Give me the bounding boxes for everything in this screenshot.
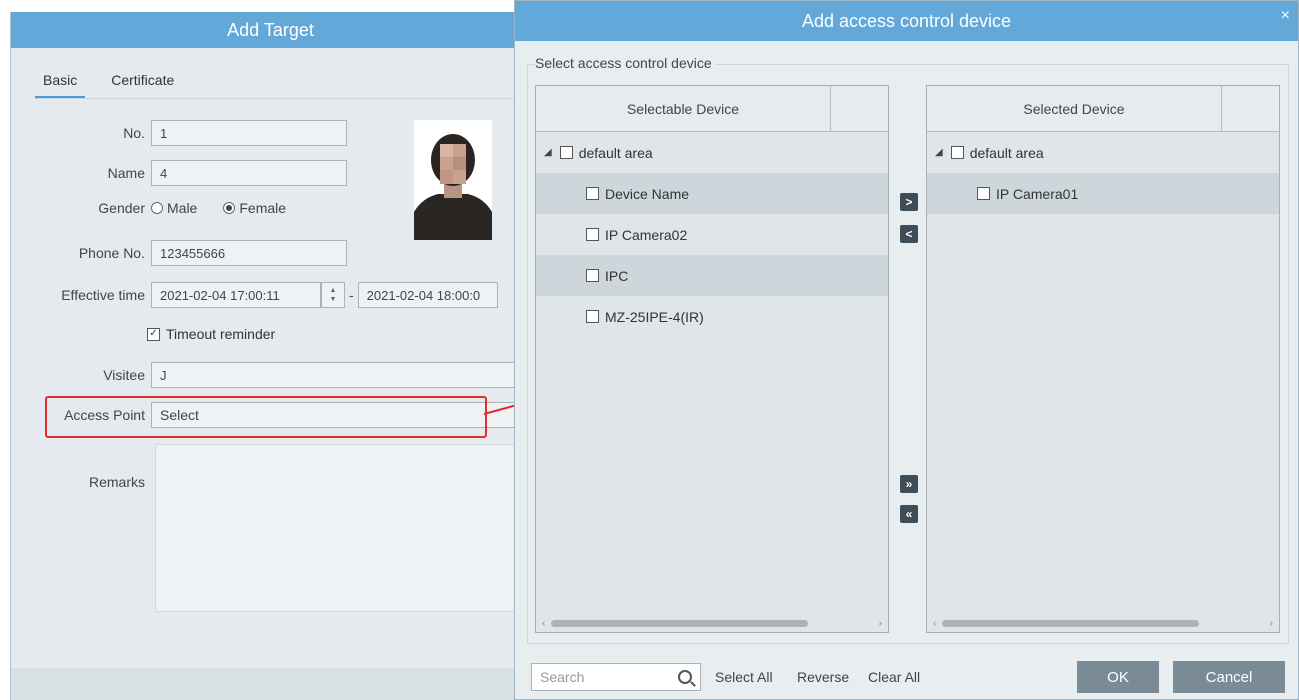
selectable-item-label: MZ-25IPE-4(IR)	[605, 308, 704, 325]
selectable-header: Selectable Device	[536, 86, 888, 132]
scroll-right-icon[interactable]: ›	[879, 618, 882, 629]
row-phone: Phone No. 123455666	[11, 240, 347, 266]
add-target-dialog: Add Target Basic Certificate No. 1 Name …	[10, 12, 535, 700]
selected-root-label: default area	[969, 144, 1044, 161]
selectable-item[interactable]: IP Camera02	[536, 214, 888, 255]
radio-off-icon	[151, 202, 163, 214]
scroll-left-icon[interactable]: ‹	[933, 618, 936, 629]
checkbox-icon[interactable]	[559, 146, 573, 159]
radio-on-icon	[223, 202, 236, 214]
access-point-highlight	[45, 396, 487, 438]
scroll-thumb[interactable]	[551, 619, 809, 627]
row-remarks: Remarks	[11, 474, 151, 490]
remarks-label: Remarks	[88, 474, 145, 490]
caret-down-icon[interactable]: ◢	[935, 147, 943, 158]
selectable-hscrollbar[interactable]: ‹ ›	[536, 614, 888, 632]
name-label: Name	[107, 165, 145, 181]
close-icon[interactable]: ×	[1281, 7, 1290, 25]
selectable-device-panel: Selectable Device ◢ default area Device …	[535, 85, 889, 633]
checkbox-icon[interactable]	[586, 187, 599, 200]
effective-separator: -	[349, 287, 354, 303]
move-left-button[interactable]: <	[900, 225, 918, 243]
checkbox-icon[interactable]	[586, 310, 599, 323]
row-timeout: ✓ Timeout reminder	[147, 326, 275, 342]
selectable-item[interactable]: MZ-25IPE-4(IR)	[536, 296, 888, 337]
tab-divider	[35, 98, 530, 99]
selectable-root-label: default area	[578, 144, 653, 161]
remarks-textarea[interactable]	[155, 444, 535, 612]
reverse-button[interactable]: Reverse	[797, 669, 849, 685]
selectable-item-label: Device Name	[605, 185, 690, 202]
selected-device-panel: Selected Device ◢ default area IP Camera…	[926, 85, 1280, 633]
selectable-header-extra	[831, 86, 888, 131]
no-label: No.	[123, 125, 145, 141]
gender-male-radio[interactable]: Male	[151, 200, 197, 216]
gender-female-radio[interactable]: Female	[223, 200, 286, 216]
checkbox-icon[interactable]	[977, 187, 990, 200]
selected-item[interactable]: IP Camera01	[927, 173, 1279, 214]
timeout-label: Timeout reminder	[166, 326, 276, 342]
move-all-right-button[interactable]: »	[900, 475, 918, 493]
timeout-checkbox-icon[interactable]: ✓	[147, 327, 160, 341]
selectable-item-label: IP Camera02	[605, 226, 688, 243]
target-footer	[11, 668, 530, 700]
name-input[interactable]: 4	[151, 160, 347, 186]
move-all-left-button[interactable]: «	[900, 505, 918, 523]
selectable-header-label: Selectable Device	[536, 86, 831, 131]
checkbox-icon[interactable]	[950, 146, 964, 159]
gender-female-label: Female	[239, 200, 287, 216]
checkbox-icon[interactable]	[586, 228, 599, 241]
search-input[interactable]: Search	[531, 663, 701, 691]
selectable-root-row[interactable]: ◢ default area	[536, 132, 888, 173]
visitee-input[interactable]: J	[151, 362, 515, 388]
add-access-control-device-dialog: Add access control device × Select acces…	[514, 0, 1299, 700]
row-name: Name 4	[11, 160, 347, 186]
selected-header: Selected Device	[927, 86, 1279, 132]
effective-end-input[interactable]: 2021-02-04 18:00:0	[357, 282, 498, 308]
effective-time-label: Effective time	[61, 287, 145, 303]
acd-title-bar: Add access control device ×	[515, 1, 1298, 41]
add-target-title: Add Target	[11, 12, 530, 48]
row-effective-time: Effective time 2021-02-04 17:00:11 ▲ ▼ - …	[11, 282, 498, 308]
acd-title: Add access control device	[801, 10, 1012, 31]
selected-root-row[interactable]: ◢ default area	[927, 132, 1279, 173]
target-tabs: Basic Certificate	[35, 72, 178, 98]
scroll-thumb[interactable]	[942, 619, 1200, 627]
selected-header-label: Selected Device	[927, 86, 1222, 131]
person-photo-icon	[414, 120, 492, 240]
caret-down-icon[interactable]: ◢	[544, 147, 552, 158]
phone-label: Phone No.	[78, 245, 145, 261]
select-all-button[interactable]: Select All	[715, 669, 773, 685]
no-input[interactable]: 1	[151, 120, 347, 146]
cancel-button[interactable]: Cancel	[1173, 661, 1285, 693]
device-group-label: Select access control device	[535, 55, 716, 71]
ok-button[interactable]: OK	[1077, 661, 1159, 693]
selected-hscrollbar[interactable]: ‹ ›	[927, 614, 1279, 632]
selected-header-extra	[1222, 86, 1279, 131]
gender-label: Gender	[98, 200, 145, 216]
row-gender: Gender Male Female	[11, 200, 312, 216]
phone-input[interactable]: 123455666	[151, 240, 347, 266]
scroll-left-icon[interactable]: ‹	[542, 618, 545, 629]
effective-start-input[interactable]: 2021-02-04 17:00:11	[151, 282, 321, 308]
gender-male-label: Male	[167, 200, 198, 216]
target-photo	[414, 120, 492, 240]
move-right-button[interactable]: >	[900, 193, 918, 211]
tab-basic[interactable]: Basic	[35, 72, 86, 98]
row-no: No. 1	[11, 120, 347, 146]
clear-all-button[interactable]: Clear All	[868, 669, 920, 685]
selectable-item[interactable]: Device Name	[536, 173, 888, 214]
search-icon[interactable]	[678, 670, 692, 684]
selectable-item-label: IPC	[605, 267, 629, 284]
checkbox-icon[interactable]	[586, 269, 599, 282]
effective-start-spin-icon[interactable]: ▲ ▼	[321, 282, 345, 308]
visitee-label: Visitee	[103, 367, 145, 383]
search-placeholder: Search	[540, 669, 585, 685]
selected-item-label: IP Camera01	[996, 185, 1079, 202]
tab-certificate[interactable]: Certificate	[107, 72, 178, 98]
row-visitee: Visitee J	[11, 362, 515, 388]
selectable-item[interactable]: IPC	[536, 255, 888, 296]
scroll-right-icon[interactable]: ›	[1270, 618, 1273, 629]
